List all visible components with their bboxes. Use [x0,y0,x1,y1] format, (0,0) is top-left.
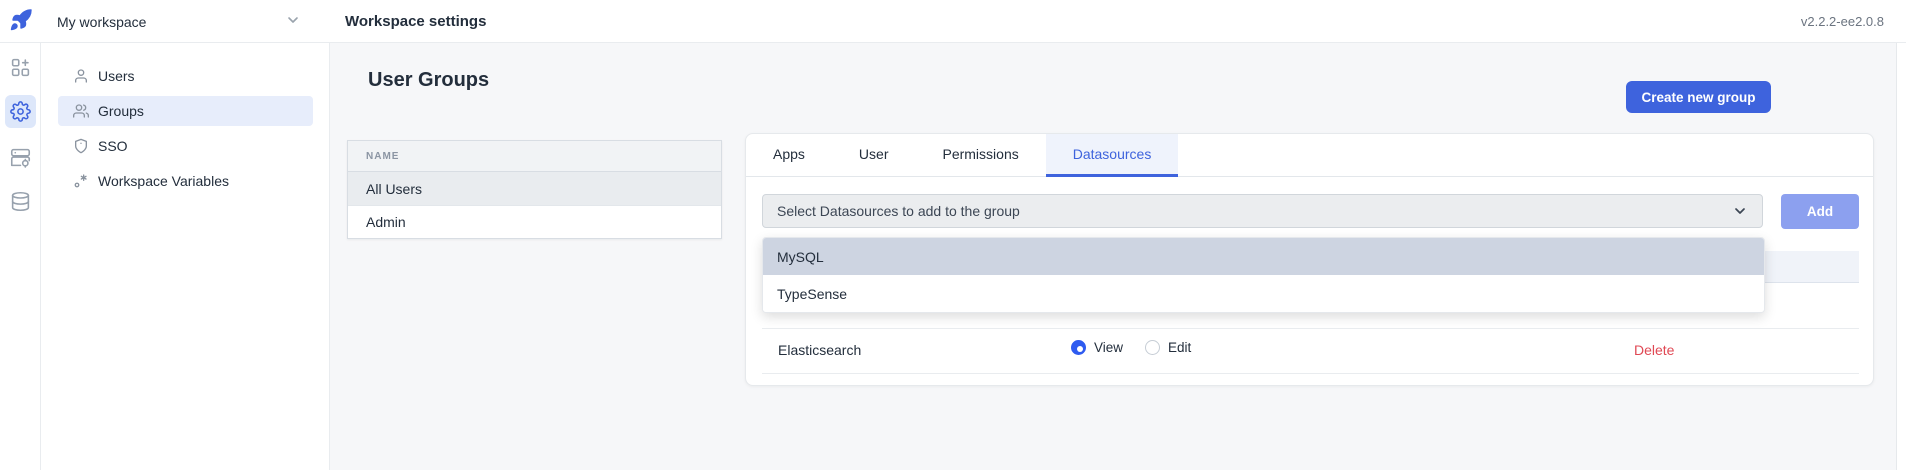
sidebar-item-label: Workspace Variables [98,173,229,189]
radio-option-view[interactable]: View [1071,340,1123,355]
app-logo-rocket-icon[interactable] [9,8,33,32]
sidebar-item-label: Users [98,68,135,84]
group-detail-card: Apps User Permissions Datasources Select… [745,133,1874,386]
permission-radio-group: View Edit [1071,340,1191,355]
sidebar-item-workspace-variables[interactable]: Workspace Variables [58,166,313,196]
database-icon[interactable] [10,191,31,212]
group-row-admin[interactable]: Admin [348,205,721,238]
datasource-select[interactable]: Select Datasources to add to the group [762,194,1763,228]
page-heading: User Groups [368,69,489,92]
tab-user[interactable]: User [832,134,916,177]
delete-link[interactable]: Delete [1634,342,1674,358]
radio-view-checked-icon[interactable] [1071,340,1086,355]
radio-edit-icon[interactable] [1145,340,1160,355]
tab-permissions[interactable]: Permissions [915,134,1045,177]
groups-table-header: NAME [348,141,721,172]
variable-icon [73,173,89,189]
sidebar-item-label: Groups [98,103,144,119]
datasource-select-placeholder: Select Datasources to add to the group [777,203,1732,219]
apps-icon[interactable] [10,57,31,78]
datasource-name: Elasticsearch [778,342,861,358]
shield-icon [73,138,89,154]
datasource-dropdown-menu: MySQL TypeSense [762,237,1765,313]
datasource-icon[interactable] [10,147,31,168]
icon-rail [0,43,41,470]
settings-sidebar: Users Groups SSO Workspace Variables [41,43,330,470]
tab-bar: Apps User Permissions Datasources [746,134,1873,177]
dropdown-option-mysql[interactable]: MySQL [763,238,1764,275]
sidebar-item-groups[interactable]: Groups [58,96,313,126]
add-button[interactable]: Add [1781,194,1859,229]
sidebar-item-users[interactable]: Users [58,61,313,91]
settings-nav-active[interactable] [5,95,36,128]
workspace-selector[interactable]: My workspace [57,0,146,43]
radio-edit-label: Edit [1168,340,1191,355]
workspace-selector-label: My workspace [57,14,146,30]
main-content: User Groups Create new group NAME All Us… [330,43,1897,470]
dropdown-option-typesense[interactable]: TypeSense [763,275,1764,312]
group-row-all-users[interactable]: All Users [348,172,721,205]
sidebar-item-sso[interactable]: SSO [58,131,313,161]
gear-icon [10,101,31,122]
page-title: Workspace settings [345,0,486,43]
top-bar: My workspace Workspace settings v2.2.2-e… [0,0,1906,43]
sidebar-item-label: SSO [98,138,128,154]
create-new-group-button[interactable]: Create new group [1626,81,1771,113]
groups-table: NAME All Users Admin [347,140,722,239]
chevron-down-icon[interactable] [285,12,301,28]
version-label: v2.2.2-ee2.0.8 [1801,0,1884,43]
radio-view-label: View [1094,340,1123,355]
radio-option-edit[interactable]: Edit [1145,340,1191,355]
chevron-down-icon [1732,203,1748,219]
users-icon [73,103,89,119]
user-icon [73,68,89,84]
datasource-row-elasticsearch: Elasticsearch View Edit Delete [762,329,1859,374]
tab-apps[interactable]: Apps [746,134,832,177]
tab-datasources[interactable]: Datasources [1046,134,1179,177]
